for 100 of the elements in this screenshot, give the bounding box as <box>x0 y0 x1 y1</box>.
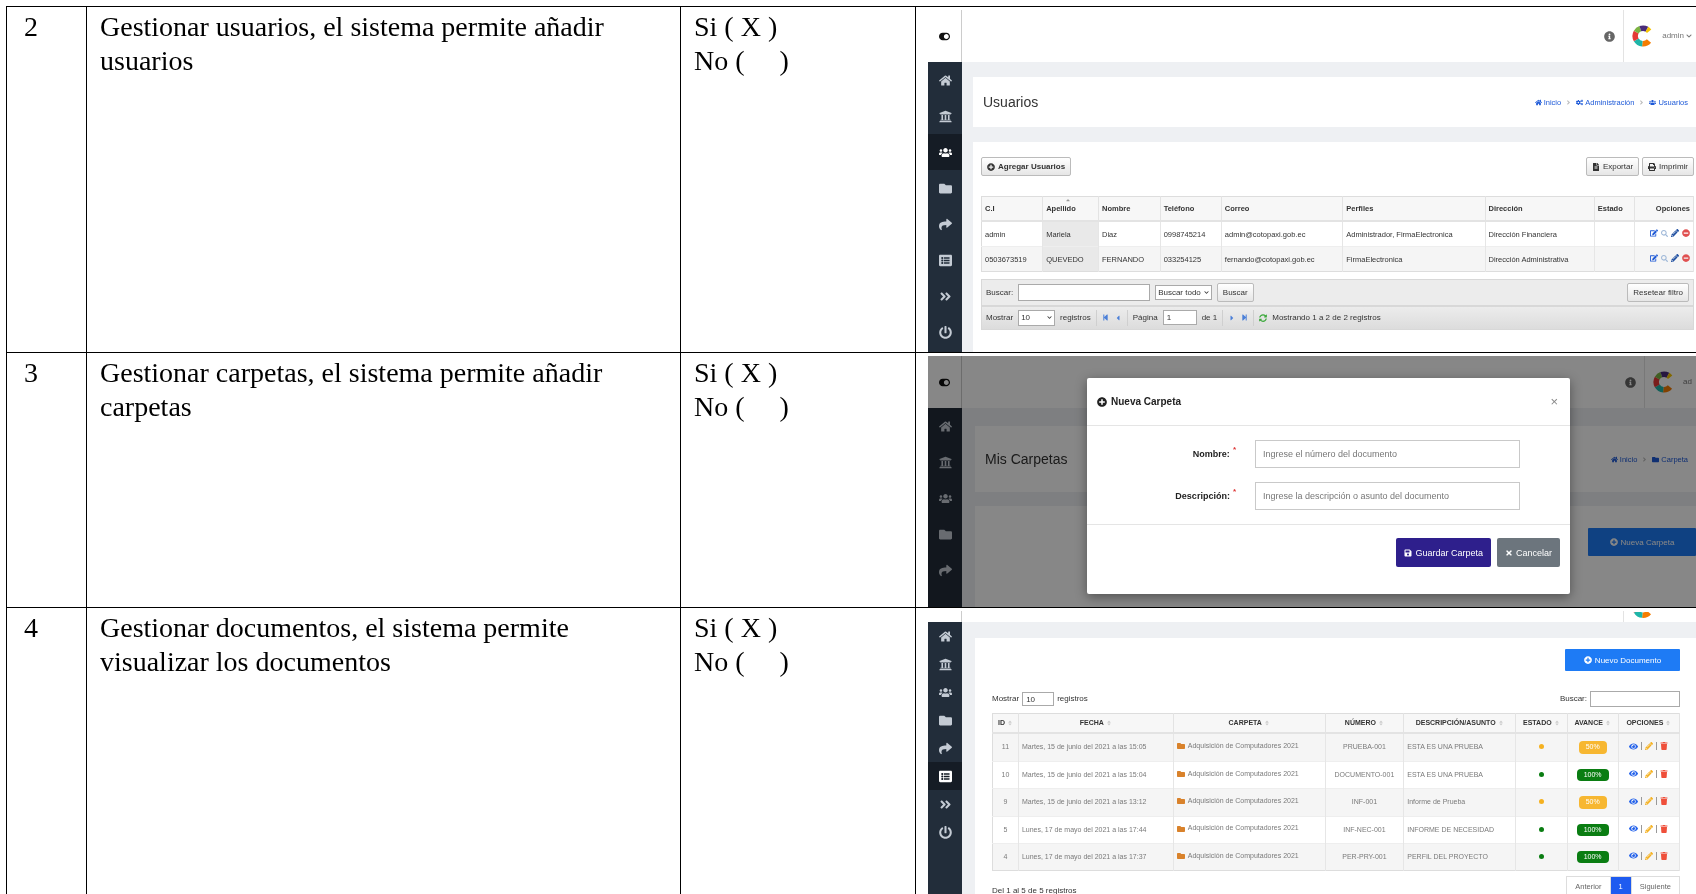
new-document-button[interactable]: Nuevo Documento <box>1565 649 1680 671</box>
sort-icon <box>1065 197 1072 203</box>
toggle-icon[interactable] <box>939 376 950 388</box>
chevron-icon <box>1047 315 1053 321</box>
eye-icon[interactable] <box>1629 769 1639 779</box>
share-icon <box>938 217 952 231</box>
home-icon <box>938 419 952 433</box>
requirement-text: Gestionar documentos, el sistema permite visualizar los documentos <box>100 611 570 679</box>
cancel-button[interactable]: Cancelar <box>1496 538 1560 567</box>
reset-filter-button[interactable]: Resetear filtro <box>1627 283 1689 302</box>
row-number: 4 <box>24 611 39 645</box>
page-size-dropdown[interactable]: 10 <box>1018 310 1056 326</box>
sort-icon <box>1263 720 1270 727</box>
scope-dropdown[interactable]: Buscar todo <box>1155 284 1212 301</box>
eye-icon[interactable] <box>1629 796 1639 806</box>
sort-icon <box>1665 720 1672 727</box>
edit-icon[interactable] <box>1650 254 1658 262</box>
modal-title: Nueva Carpeta <box>1097 395 1182 408</box>
add-users-button[interactable]: Agregar Usuarios <box>981 157 1072 176</box>
folder-icon <box>938 527 952 541</box>
folder-icon <box>1176 824 1185 833</box>
trash-icon[interactable] <box>1660 851 1669 860</box>
search-button[interactable]: Buscar <box>1216 283 1254 302</box>
trash-icon[interactable] <box>1660 797 1669 806</box>
trash-icon[interactable] <box>1660 742 1669 751</box>
eye-icon[interactable] <box>1629 851 1639 861</box>
bank-icon <box>938 455 952 469</box>
trash-icon[interactable] <box>1660 769 1669 778</box>
required-mark: * <box>1232 486 1236 498</box>
sort-icon <box>1497 720 1504 727</box>
toolbar-button[interactable]: Imprimir <box>1642 157 1694 176</box>
eye-icon[interactable] <box>1629 824 1639 834</box>
first-page-icon[interactable] <box>1101 314 1109 322</box>
print-icon <box>1648 162 1657 171</box>
field-label: Nombre: <box>1192 448 1230 460</box>
input-field[interactable]: Ingrese la descripción o asunto del documento <box>1255 482 1520 510</box>
toolbar-button[interactable]: Exportar <box>1585 157 1640 176</box>
page-title: Mis Carpetas <box>985 450 1068 468</box>
show-label: Mostrar <box>992 694 1020 704</box>
pencil-icon[interactable] <box>1671 229 1679 237</box>
toggle-icon[interactable] <box>939 30 950 42</box>
sort-icon <box>1006 720 1013 727</box>
chevron-icon <box>1565 98 1573 106</box>
folder-icon <box>938 181 952 195</box>
home-icon <box>938 629 952 643</box>
folder-icon <box>1176 769 1185 778</box>
last-page-icon[interactable] <box>1241 314 1249 322</box>
chevron-icon <box>1686 33 1692 39</box>
pencil-icon[interactable] <box>1671 254 1679 262</box>
power-icon <box>938 325 952 339</box>
sidebar-item[interactable] <box>928 762 962 790</box>
home-icon <box>938 73 952 87</box>
home-icon <box>1610 455 1618 463</box>
row-number: 3 <box>24 356 39 390</box>
show-label: Mostrar <box>986 313 1014 323</box>
double-chevron-icon <box>938 797 952 811</box>
requirement-text: Gestionar usuarios, el sistema permite añadir usuarios <box>100 10 605 78</box>
chevron-icon <box>1203 290 1209 295</box>
info-icon[interactable] <box>1625 376 1637 388</box>
search-field[interactable] <box>1590 691 1680 707</box>
search-field[interactable] <box>1018 284 1151 301</box>
trash-icon[interactable] <box>1660 824 1669 833</box>
close-icon <box>1504 548 1513 557</box>
file-icon <box>1591 162 1600 171</box>
sidebar-item[interactable] <box>928 134 962 170</box>
field-label: Descripción: <box>1175 490 1230 502</box>
search-label: Buscar: <box>986 287 1014 298</box>
home-icon <box>1534 98 1542 106</box>
answer-text: No ( ) <box>694 390 790 424</box>
eye-icon[interactable] <box>1629 741 1639 751</box>
answer-text: No ( ) <box>694 44 790 78</box>
refresh-icon[interactable] <box>1259 313 1268 322</box>
page-title: Usuarios <box>983 93 1039 111</box>
user-menu[interactable]: admin <box>1662 31 1692 41</box>
info-icon[interactable] <box>1604 30 1616 42</box>
bank-icon <box>938 657 952 671</box>
folder-icon <box>1176 797 1185 806</box>
sort-icon <box>1604 720 1611 727</box>
sort-icon <box>1553 720 1560 727</box>
row-number: 2 <box>24 10 39 44</box>
folder-icon <box>1176 742 1185 751</box>
chevron-icon <box>1641 455 1649 463</box>
close-button[interactable]: × <box>1548 394 1560 409</box>
gears-icon <box>1576 98 1584 106</box>
page-size-field[interactable]: 10 <box>1022 692 1055 706</box>
users-icon <box>938 491 952 505</box>
input-field[interactable]: Ingrese el número del documento <box>1255 440 1520 468</box>
edit-icon[interactable] <box>1650 229 1658 237</box>
folder-icon <box>1176 852 1185 861</box>
list-icon <box>938 253 952 267</box>
answer-text: No ( ) <box>694 645 790 679</box>
sort-icon <box>1378 720 1384 727</box>
page-field[interactable]: 1 <box>1162 310 1197 326</box>
bank-icon <box>938 109 952 123</box>
save-button[interactable]: Guardar Carpeta <box>1396 538 1491 567</box>
folder-icon <box>938 713 952 727</box>
answer-text: Si ( X ) <box>694 356 779 390</box>
search-label: Buscar: <box>1559 694 1587 704</box>
power-icon <box>938 825 952 839</box>
page-label: Página <box>1132 313 1158 323</box>
